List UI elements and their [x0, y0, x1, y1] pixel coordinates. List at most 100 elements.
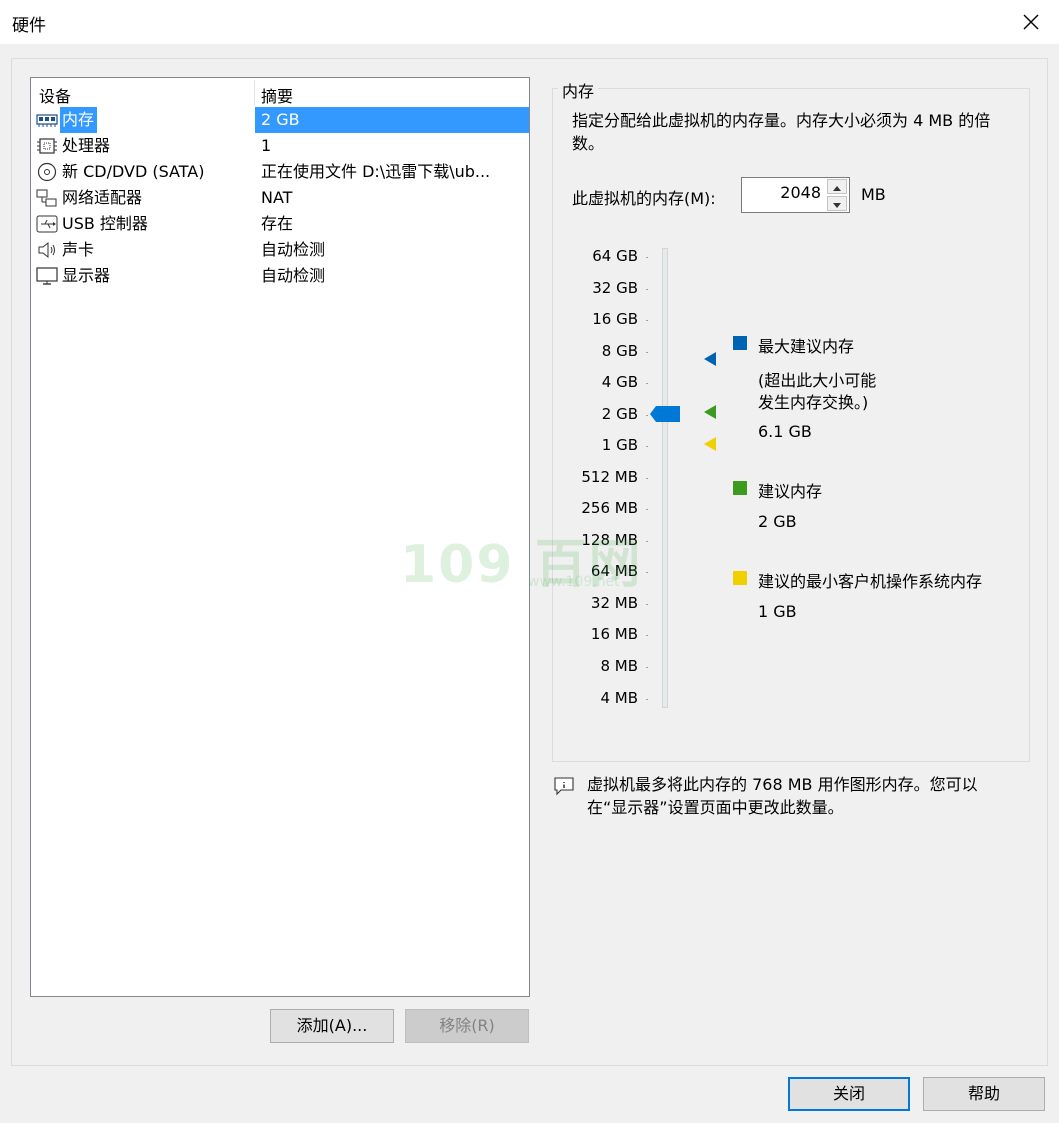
min-guest-marker-icon — [704, 437, 716, 451]
max-recommended-value: 6.1 GB — [758, 422, 812, 441]
list-header: 设备 摘要 — [31, 78, 529, 107]
scale-tick — [646, 635, 648, 636]
scale-tick — [646, 383, 648, 384]
scale-label: 16 MB — [590, 625, 638, 643]
min-guest-title: 建议的最小客户机操作系统内存 — [758, 572, 983, 591]
device-summary: NAT — [261, 188, 293, 207]
max-recommended-note: 发生内存交换。) — [758, 393, 869, 412]
scale-label: 64 MB — [590, 562, 638, 580]
network-adapter-icon — [36, 189, 57, 207]
help-button[interactable]: 帮助 — [923, 1077, 1045, 1111]
remove-button[interactable]: 移除(R) — [405, 1009, 529, 1043]
scale-tick — [646, 509, 648, 510]
memory-description: 指定分配给此虚拟机的内存量。内存大小必须为 4 MB 的倍数。 — [572, 111, 991, 153]
device-name: 声卡 — [62, 240, 95, 259]
device-summary: 自动检测 — [261, 266, 326, 285]
column-header-device[interactable]: 设备 — [39, 83, 71, 107]
info-line: 在“显示器”设置页面中更改此数量。 — [587, 798, 844, 817]
scale-tick — [646, 699, 648, 700]
max-recommended-note: (超出此大小可能 — [758, 371, 877, 390]
close-button[interactable]: 关闭 — [788, 1077, 910, 1111]
usb-icon — [36, 215, 58, 233]
min-guest-legend-icon — [733, 571, 747, 585]
memory-slider-track[interactable] — [662, 248, 668, 708]
scale-tick — [646, 667, 648, 668]
memory-slider-thumb[interactable] — [650, 406, 682, 422]
memory-icon — [36, 114, 58, 127]
device-summary: 1 — [261, 136, 272, 155]
info-icon — [554, 777, 574, 796]
device-summary: 存在 — [261, 214, 294, 233]
scale-label: 16 GB — [592, 310, 638, 328]
scale-label: 2 GB — [601, 405, 638, 423]
memory-stepper[interactable]: 2048 — [741, 177, 850, 213]
device-summary: 正在使用文件 D:\迅雷下载\ub... — [261, 162, 491, 181]
column-divider[interactable] — [254, 80, 255, 105]
device-summary: 2 GB — [261, 110, 300, 129]
decrement-button[interactable] — [827, 196, 847, 211]
device-row-network-adapter[interactable]: 网络适配器 NAT — [31, 185, 529, 211]
memory-input[interactable]: 2048 — [780, 183, 821, 202]
increment-button[interactable] — [827, 179, 847, 194]
processor-icon — [37, 138, 57, 154]
device-row-processor[interactable]: 处理器 1 — [31, 133, 529, 159]
chevron-down-icon — [833, 203, 841, 208]
graphics-memory-info: 虚拟机最多将此内存的 768 MB 用作图形内存。您可以 在“显示器”设置页面中… — [587, 773, 1027, 819]
scale-tick — [646, 541, 648, 542]
column-header-summary[interactable]: 摘要 — [261, 83, 293, 107]
scale-label: 32 GB — [592, 279, 638, 297]
scale-tick — [646, 320, 648, 321]
window-title: 硬件 — [12, 16, 46, 36]
title-bar: 硬件 — [0, 0, 1059, 44]
scale-label: 4 GB — [601, 373, 638, 391]
chevron-up-icon — [833, 186, 841, 191]
device-name: 处理器 — [62, 136, 111, 155]
scale-label: 256 MB — [581, 499, 638, 517]
scale-label: 512 MB — [581, 468, 638, 486]
max-recommended-legend-icon — [733, 336, 747, 350]
memory-unit: MB — [861, 185, 886, 204]
device-summary: 自动检测 — [261, 240, 326, 259]
scale-tick — [646, 415, 648, 416]
recommended-legend-icon — [733, 481, 747, 495]
scale-label: 128 MB — [581, 531, 638, 549]
max-recommended-title: 最大建议内存 — [758, 337, 855, 356]
device-row-sound-card[interactable]: 声卡 自动检测 — [31, 237, 529, 263]
device-list[interactable]: 设备 摘要 内存 2 GB 处理器 1 新 CD/DVD (SATA) 正在使用… — [30, 77, 530, 997]
scale-label: 4 MB — [600, 689, 638, 707]
scale-label: 64 GB — [592, 247, 638, 265]
info-line: 虚拟机最多将此内存的 768 MB 用作图形内存。您可以 — [587, 775, 978, 794]
device-name: 显示器 — [62, 266, 111, 285]
scale-label: 8 GB — [601, 342, 638, 360]
min-guest-value: 1 GB — [758, 602, 797, 621]
scale-tick — [646, 604, 648, 605]
scale-label: 1 GB — [601, 436, 638, 454]
memory-field-label: 此虚拟机的内存(M): — [572, 189, 716, 208]
add-button[interactable]: 添加(A)... — [270, 1009, 394, 1043]
scale-tick — [646, 446, 648, 447]
recommended-value: 2 GB — [758, 512, 797, 531]
memory-group-title: 内存 — [558, 78, 599, 102]
scale-label: 32 MB — [590, 594, 638, 612]
cd-dvd-icon — [37, 162, 57, 182]
scale-label: 8 MB — [600, 657, 638, 675]
device-row-cd-dvd[interactable]: 新 CD/DVD (SATA) 正在使用文件 D:\迅雷下载\ub... — [31, 159, 529, 185]
device-row-display[interactable]: 显示器 自动检测 — [31, 263, 529, 289]
scale-tick — [646, 289, 648, 290]
display-icon — [36, 267, 58, 285]
device-name: 网络适配器 — [62, 188, 143, 207]
sound-card-icon — [38, 241, 55, 259]
max-recommended-marker-icon — [704, 352, 716, 366]
device-row-usb-controller[interactable]: USB 控制器 存在 — [31, 211, 529, 237]
scale-tick — [646, 257, 648, 258]
device-name: USB 控制器 — [62, 214, 148, 233]
recommended-marker-icon — [704, 405, 716, 419]
scale-tick — [646, 572, 648, 573]
device-row-memory[interactable]: 内存 2 GB — [31, 107, 529, 133]
device-name: 内存 — [60, 107, 98, 133]
scale-tick — [646, 478, 648, 479]
scale-tick — [646, 352, 648, 353]
close-icon[interactable] — [1017, 8, 1045, 36]
device-name: 新 CD/DVD (SATA) — [62, 162, 205, 181]
recommended-title: 建议内存 — [758, 482, 823, 501]
